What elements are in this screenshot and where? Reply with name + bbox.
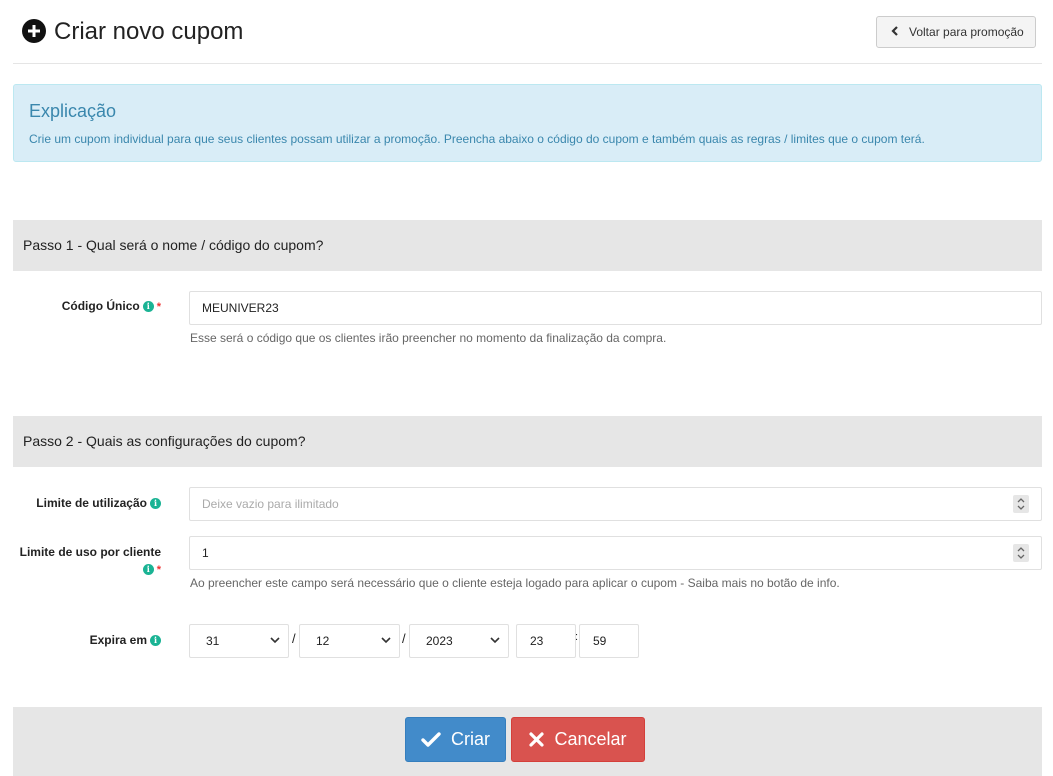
- step1-heading: Passo 1 - Qual será o nome / código do c…: [13, 220, 1042, 271]
- coupon-code-value: MEUNIVER23: [202, 301, 279, 315]
- per-client-limit-input[interactable]: 1: [189, 536, 1042, 570]
- expires-label: Expira em i: [20, 633, 161, 647]
- required-asterisk: *: [156, 301, 161, 313]
- expire-month-value: 12: [316, 634, 330, 648]
- expire-hour-input[interactable]: 23: [516, 624, 576, 658]
- usage-limit-input[interactable]: Deixe vazio para ilimitado: [189, 487, 1042, 521]
- chevron-left-icon: [891, 25, 899, 39]
- spinner-arrows-icon: [1017, 547, 1025, 559]
- info-icon[interactable]: i: [142, 301, 154, 313]
- cancel-button[interactable]: Cancelar: [511, 717, 645, 762]
- chevron-down-icon: [270, 637, 280, 644]
- code-label-text: Código Único: [61, 299, 140, 313]
- check-icon: [421, 731, 441, 747]
- form-actions: Criar Cancelar: [13, 707, 1042, 776]
- close-icon: [529, 732, 545, 747]
- per-client-label-text: Limite de uso por cliente: [19, 545, 161, 559]
- coupon-code-input[interactable]: MEUNIVER23: [189, 291, 1042, 325]
- info-icon[interactable]: i: [142, 564, 154, 576]
- usage-limit-label-text: Limite de utilização: [36, 496, 147, 510]
- usage-limit-label: Limite de utilização i: [20, 496, 161, 510]
- date-separator: /: [292, 631, 296, 646]
- chevron-down-icon: [490, 637, 500, 644]
- expire-day-select[interactable]: 31: [189, 624, 289, 658]
- create-button[interactable]: Criar: [405, 717, 506, 762]
- expire-month-select[interactable]: 12: [299, 624, 400, 658]
- page-header: Criar novo cupom Voltar para promoção: [0, 0, 1053, 64]
- code-help-text: Esse será o código que os clientes irão …: [190, 331, 667, 345]
- expire-year-select[interactable]: 2023: [409, 624, 509, 658]
- expire-year-value: 2023: [426, 634, 453, 648]
- per-client-help-text: Ao preencher este campo será necessário …: [190, 576, 840, 590]
- per-client-value: 1: [202, 546, 209, 560]
- page-title: Criar novo cupom: [54, 18, 244, 45]
- explanation-alert: Explicação Crie um cupom individual para…: [13, 84, 1042, 162]
- alert-text: Crie um cupom individual para que seus c…: [29, 132, 925, 146]
- create-button-label: Criar: [451, 729, 490, 749]
- chevron-down-icon: [381, 637, 391, 644]
- plus-circle-icon: [22, 19, 46, 43]
- back-to-promotion-button[interactable]: Voltar para promoção: [876, 16, 1036, 48]
- info-icon[interactable]: i: [150, 498, 161, 510]
- cancel-button-label: Cancelar: [554, 729, 627, 749]
- expires-label-text: Expira em: [89, 633, 147, 647]
- usage-limit-placeholder: Deixe vazio para ilimitado: [202, 497, 339, 511]
- step2-heading: Passo 2 - Quais as configurações do cupo…: [13, 416, 1042, 467]
- expire-day-value: 31: [206, 634, 220, 648]
- required-asterisk: *: [156, 564, 161, 576]
- header-divider: [13, 63, 1042, 64]
- expire-minute-input[interactable]: 59: [579, 624, 639, 658]
- number-spinner[interactable]: [1013, 544, 1029, 562]
- time-separator: :: [575, 631, 579, 643]
- per-client-label: Limite de uso por cliente i *: [14, 544, 161, 579]
- back-button-label: Voltar para promoção: [909, 25, 1024, 39]
- expire-hour-value: 23: [530, 634, 544, 648]
- number-spinner[interactable]: [1013, 495, 1029, 513]
- alert-title: Explicação: [29, 101, 117, 121]
- code-label: Código Único i *: [20, 299, 161, 313]
- date-separator: /: [402, 631, 406, 646]
- info-icon[interactable]: i: [150, 635, 161, 647]
- spinner-arrows-icon: [1017, 498, 1025, 510]
- expire-minute-value: 59: [593, 634, 607, 648]
